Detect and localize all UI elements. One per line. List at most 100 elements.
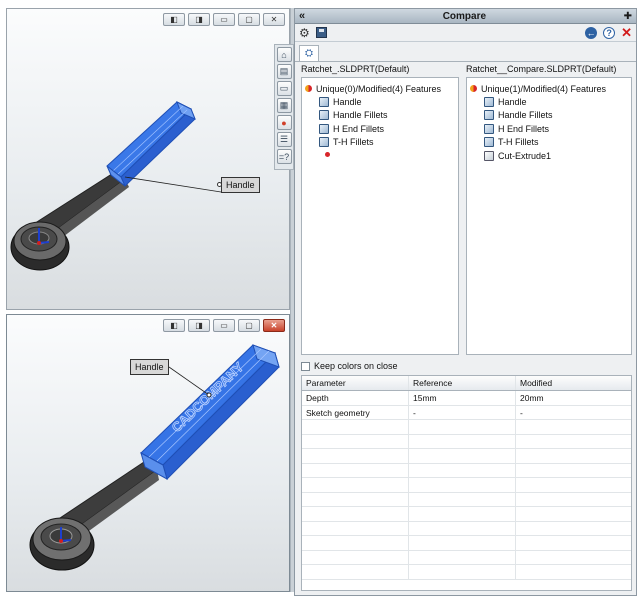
keep-colors-label: Keep colors on close (314, 361, 398, 371)
save-icon[interactable] (315, 27, 327, 38)
home-icon[interactable]: ⌂ (276, 47, 292, 62)
cut-extrude-feature-icon (484, 150, 494, 161)
fillet-feature-icon (484, 137, 494, 148)
tree-root[interactable]: Unique(1)/Modified(4) Features (470, 82, 628, 95)
tree-item[interactable]: T-H Fillets (470, 136, 628, 150)
ratchet-model-bottom: CADCOMPANY (29, 344, 280, 571)
back-icon[interactable]: ← (585, 26, 598, 39)
empty-cell (409, 478, 516, 492)
empty-cell (302, 420, 409, 434)
empty-cell (516, 522, 631, 536)
compare-toolbar: ⚙ ← ? ✕ (295, 24, 636, 42)
gear-icon[interactable]: ⚙ (299, 26, 310, 40)
empty-cell (302, 449, 409, 463)
tree-item[interactable]: Handle (470, 95, 628, 109)
tree-item[interactable]: Handle Fillets (470, 109, 628, 123)
empty-cell (302, 550, 409, 565)
column-header[interactable]: Modified (516, 376, 631, 390)
keep-colors-row: Keep colors on close (301, 361, 398, 371)
right-feature-tree[interactable]: Unique(1)/Modified(4) Features Handle Ha… (466, 77, 632, 355)
help-equals-icon[interactable]: =? (276, 149, 292, 164)
empty-rows (302, 420, 631, 580)
help-icon[interactable]: ? (603, 26, 616, 39)
highlighted-handle-top[interactable] (106, 100, 196, 187)
column-header[interactable]: Parameter (302, 376, 409, 390)
empty-cell (516, 420, 631, 434)
tree-root-label: Unique(0)/Modified(4) Features (316, 83, 442, 94)
report-icon[interactable]: ▦ (276, 98, 292, 113)
ratchet-model-top (10, 100, 222, 271)
handle-callout-top[interactable]: Handle (221, 177, 260, 193)
empty-table-row (302, 507, 631, 522)
unique-marker-icon (325, 152, 330, 157)
compare-titlebar: « Compare ✚ (295, 9, 636, 24)
table-cell: - (520, 407, 523, 418)
tree-item[interactable]: Cut-Extrude1 (470, 149, 628, 163)
document-icon[interactable]: ▤ (276, 64, 292, 79)
empty-cell (409, 507, 516, 521)
table-row[interactable]: Sketch geometry - - (302, 405, 631, 420)
fillet-feature-icon (319, 123, 329, 134)
tree-item[interactable]: H End Fillets (305, 122, 455, 136)
empty-cell (516, 464, 631, 478)
list-icon[interactable]: ☰ (276, 132, 292, 147)
tab-feature-compare[interactable]: ⛭ (299, 45, 319, 61)
pin-icon[interactable]: ✚ (624, 11, 632, 22)
fillet-feature-icon (484, 110, 494, 121)
empty-table-row (302, 420, 631, 435)
tree-item[interactable]: Handle Fillets (305, 109, 455, 123)
extrude-feature-icon (319, 96, 329, 107)
empty-cell (409, 449, 516, 463)
tree-item[interactable]: T-H Fillets (305, 136, 455, 150)
empty-cell (409, 550, 516, 565)
column-header[interactable]: Reference (409, 376, 516, 390)
empty-table-row (302, 463, 631, 478)
modified-status-icon (305, 85, 312, 92)
top-model-viewport[interactable]: ◧ ◨ ▭ ▢ ✕ Handle (6, 8, 290, 310)
empty-table-row (302, 521, 631, 536)
collapse-chevron-icon[interactable]: « (299, 10, 305, 22)
fillet-feature-icon (484, 123, 494, 134)
tree-item[interactable]: Handle (305, 95, 455, 109)
empty-cell (302, 463, 409, 478)
handle-callout-bottom[interactable]: Handle (130, 359, 169, 375)
panel-title: Compare (442, 10, 487, 22)
grid-header-row: Parameter Reference Modified (302, 376, 631, 391)
left-feature-tree[interactable]: Unique(0)/Modified(4) Features Handle Ha… (301, 77, 459, 355)
empty-cell (409, 565, 516, 579)
empty-cell (409, 434, 516, 449)
tree-root-label: Unique(1)/Modified(4) Features (481, 83, 607, 94)
table-cell: Sketch geometry (302, 405, 409, 419)
color-wheel-icon[interactable]: ● (276, 115, 292, 130)
fillet-feature-icon (319, 110, 329, 121)
folder-icon[interactable]: ▭ (276, 81, 292, 96)
keep-colors-checkbox[interactable] (301, 361, 310, 371)
table-cell: Depth (302, 391, 409, 405)
empty-cell (516, 565, 631, 579)
empty-cell (516, 507, 631, 521)
empty-cell (302, 507, 409, 521)
empty-cell (302, 565, 409, 579)
close-icon[interactable]: ✕ (621, 26, 632, 39)
empty-cell (516, 551, 631, 565)
empty-cell (302, 478, 409, 492)
right-doc-header: Ratchet__Compare.SLDPRT(Default) (466, 64, 617, 74)
empty-cell (516, 536, 631, 550)
table-row[interactable]: Depth 15mm 20mm (302, 391, 631, 406)
empty-table-row (302, 478, 631, 493)
parameter-grid: Parameter Reference Modified Depth 15mm … (301, 375, 632, 591)
tree-root[interactable]: Unique(0)/Modified(4) Features (305, 82, 455, 95)
bottom-model-viewport[interactable]: ◧ ◨ ▭ ▢ ✕ CADCOMPANY Handle (6, 314, 290, 592)
tree-item[interactable]: H End Fillets (470, 122, 628, 136)
empty-cell (516, 493, 631, 507)
empty-table-row (302, 550, 631, 565)
empty-cell (516, 435, 631, 449)
table-cell: 20mm (520, 393, 544, 403)
empty-cell (409, 492, 516, 507)
left-doc-header: Ratchet_.SLDPRT(Default) (301, 64, 410, 74)
side-task-toolbar: ⌂ ▤ ▭ ▦ ● ☰ =? (274, 44, 294, 170)
empty-cell (302, 434, 409, 449)
empty-table-row (302, 434, 631, 449)
empty-cell (409, 521, 516, 536)
empty-cell (302, 536, 409, 550)
